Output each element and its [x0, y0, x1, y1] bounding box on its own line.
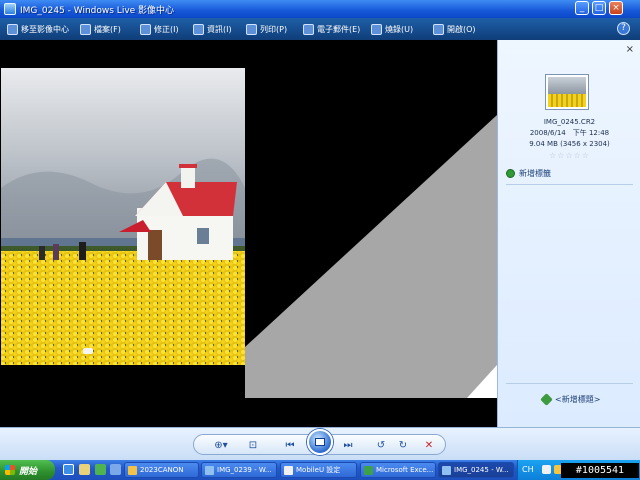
go-to-gallery-button[interactable]: 移至影像中心 [7, 22, 69, 36]
start-button[interactable]: 開始 [0, 460, 55, 480]
taskbar: 開始 2023CANON IMG_0239 - W... MobileU 設定 … [0, 460, 640, 480]
zoom-button[interactable]: ⊕▾ [210, 439, 232, 452]
file-name[interactable]: IMG_0245.CR2 [498, 118, 640, 126]
image-placeholder-shape [245, 115, 497, 398]
date-taken: 2008/6/14 下午 12:48 [529, 129, 610, 137]
quicklaunch-icon[interactable] [110, 464, 121, 475]
taskbar-item-label: MobileU 設定 [296, 466, 341, 474]
minimize-button[interactable]: _ [575, 1, 589, 15]
taskbar-item[interactable]: IMG_0239 - W... [201, 462, 277, 478]
settings-app-icon [284, 465, 293, 475]
folder-icon [80, 23, 91, 35]
image-viewer[interactable] [0, 40, 497, 427]
taskbar-item-active[interactable]: IMG_0245 - W... [438, 462, 514, 478]
toolbar-label: 燒錄(U) [385, 24, 414, 34]
add-tag-label: 新增標籤 [519, 169, 551, 178]
divider [506, 383, 633, 384]
toolbar-label: 修正(I) [154, 24, 179, 34]
photo-app-icon [442, 465, 451, 475]
burn-disc-icon [371, 23, 382, 35]
email-button[interactable]: 電子郵件(E) [303, 22, 360, 36]
photo-thumbnail [545, 74, 589, 110]
photo [1, 68, 245, 365]
back-arrow-icon [7, 23, 18, 35]
input-method-icon[interactable] [542, 465, 551, 474]
photo-viewer-window: IMG_0245 - Windows Live 影像中心 _ □ × 移至影像中… [0, 0, 640, 480]
add-caption-label: <新增標題> [555, 395, 601, 404]
file-menu[interactable]: 檔案(F) [80, 22, 121, 36]
add-tag-icon [506, 169, 515, 178]
open-icon [433, 23, 444, 35]
close-button[interactable]: × [609, 1, 623, 15]
help-icon[interactable]: ? [617, 22, 630, 35]
add-tag-link[interactable]: 新增標籤 [506, 168, 551, 179]
rating-stars[interactable]: ☆☆☆☆☆ [498, 151, 640, 160]
folder-icon [128, 465, 137, 475]
title-bar[interactable]: IMG_0245 - Windows Live 影像中心 _ □ × [0, 0, 640, 18]
add-caption-link[interactable]: <新增標題> [540, 393, 601, 406]
info-menu[interactable]: 資訊(I) [193, 22, 232, 36]
toolbar-label: 開啟(O) [447, 24, 476, 34]
taskbar-item[interactable]: MobileU 設定 [280, 462, 357, 478]
start-label: 開始 [19, 466, 38, 477]
ie-icon[interactable] [63, 464, 74, 475]
fix-icon [140, 23, 151, 35]
watermark-label: #1005541 [561, 463, 639, 478]
taskbar-item-label: 2023CANON [140, 466, 184, 474]
toolbar-label: 檔案(F) [94, 24, 121, 34]
show-desktop-icon[interactable] [79, 464, 90, 475]
photo-image [1, 68, 245, 365]
close-panel-icon[interactable]: × [626, 44, 634, 55]
windows-logo-icon [5, 465, 15, 475]
print-icon [246, 23, 257, 35]
toolbar-label: 資訊(I) [207, 24, 232, 34]
toolbar-label: 列印(P) [260, 24, 288, 34]
info-panel: × IMG_0245.CR2 2008/6/14 下午 12:48 9.04 M… [497, 40, 640, 427]
fix-menu[interactable]: 修正(I) [140, 22, 179, 36]
toolbar-label: 電子郵件(E) [317, 24, 361, 34]
taskbar-item[interactable]: 2023CANON [124, 462, 199, 478]
previous-button[interactable]: ⏮ [282, 439, 298, 452]
slideshow-icon [315, 438, 325, 446]
slideshow-button[interactable] [307, 429, 333, 455]
divider [506, 184, 633, 185]
pen-icon [540, 393, 553, 406]
actual-size-button[interactable]: ⊡ [246, 439, 260, 452]
rotate-cw-button[interactable]: ↻ [396, 439, 410, 452]
language-indicator[interactable]: CH [522, 465, 534, 474]
toolbar: 移至影像中心 檔案(F) 修正(I) 資訊(I) 列印(P) 電子郵件(E) 燒… [0, 18, 640, 40]
toolbar-label: 移至影像中心 [21, 24, 69, 34]
messenger-icon[interactable] [95, 464, 106, 475]
taskbar-item-label: IMG_0245 - W... [454, 466, 509, 474]
photo-app-icon [205, 465, 214, 475]
taskbar-item[interactable]: Microsoft Exce... [360, 462, 436, 478]
excel-icon [364, 465, 373, 475]
taskbar-item-label: Microsoft Exce... [376, 466, 434, 474]
maximize-button[interactable]: □ [592, 1, 606, 15]
print-menu[interactable]: 列印(P) [246, 22, 287, 36]
next-button[interactable]: ⏭ [340, 439, 356, 452]
window-title: IMG_0245 - Windows Live 影像中心 [20, 6, 175, 16]
delete-button[interactable]: ✕ [422, 439, 436, 452]
taskbar-item-label: IMG_0239 - W... [217, 466, 272, 474]
rotate-ccw-button[interactable]: ↺ [374, 439, 388, 452]
burn-menu[interactable]: 燒錄(U) [371, 22, 413, 36]
open-menu[interactable]: 開啟(O) [433, 22, 476, 36]
app-icon [4, 3, 16, 15]
email-icon [303, 23, 314, 35]
file-size: 9.04 MB (3456 x 2304) [529, 140, 610, 148]
info-icon [193, 23, 204, 35]
playback-controls: ⊕▾ ⊡ ⏮ ⏭ ↺ ↻ ✕ [0, 427, 640, 460]
